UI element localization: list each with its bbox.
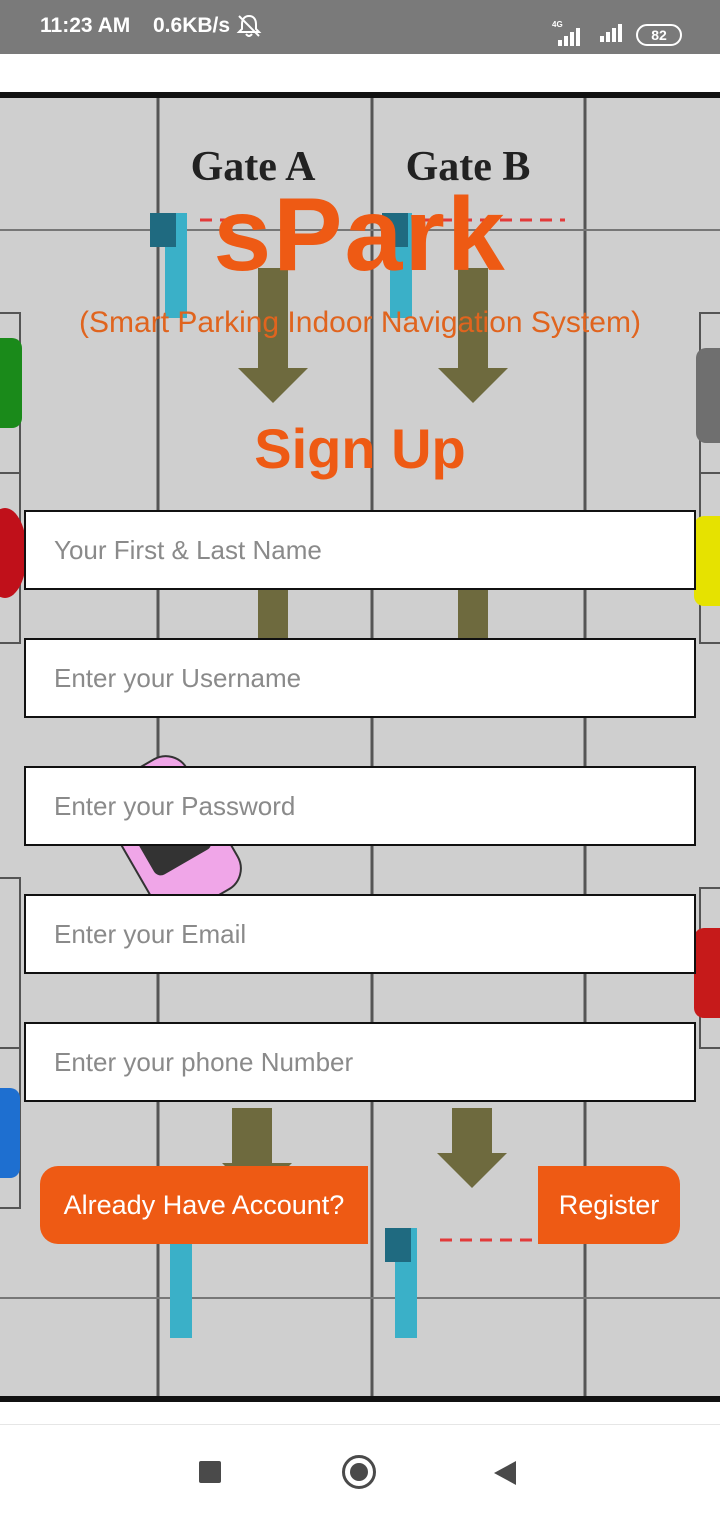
battery-icon: 82 [636, 24, 682, 46]
recents-square-icon[interactable] [199, 1461, 221, 1483]
name-field[interactable] [24, 510, 696, 590]
system-nav-bar [0, 1424, 720, 1520]
status-bar: 11:23 AM 0.6KB/s 4G 82 [0, 0, 720, 54]
email-field[interactable] [24, 894, 696, 974]
muted-bell-icon [236, 14, 262, 37]
signal-icon [558, 28, 580, 46]
password-field[interactable] [24, 766, 696, 846]
signal-icon-secondary [600, 24, 622, 42]
status-speed: 0.6KB/s [153, 14, 231, 37]
status-time: 11:23 AM [40, 14, 131, 37]
phone-field[interactable] [24, 1022, 696, 1102]
app-title: sPark [213, 177, 507, 293]
home-circle-icon[interactable] [342, 1455, 376, 1489]
already-have-account-button[interactable]: Already Have Account? [40, 1166, 368, 1244]
register-button[interactable]: Register [538, 1166, 680, 1244]
page-heading: Sign Up [254, 417, 466, 480]
back-triangle-icon[interactable] [494, 1461, 516, 1485]
app-subtitle: (Smart Parking Indoor Navigation System) [79, 306, 641, 339]
username-field[interactable] [24, 638, 696, 718]
